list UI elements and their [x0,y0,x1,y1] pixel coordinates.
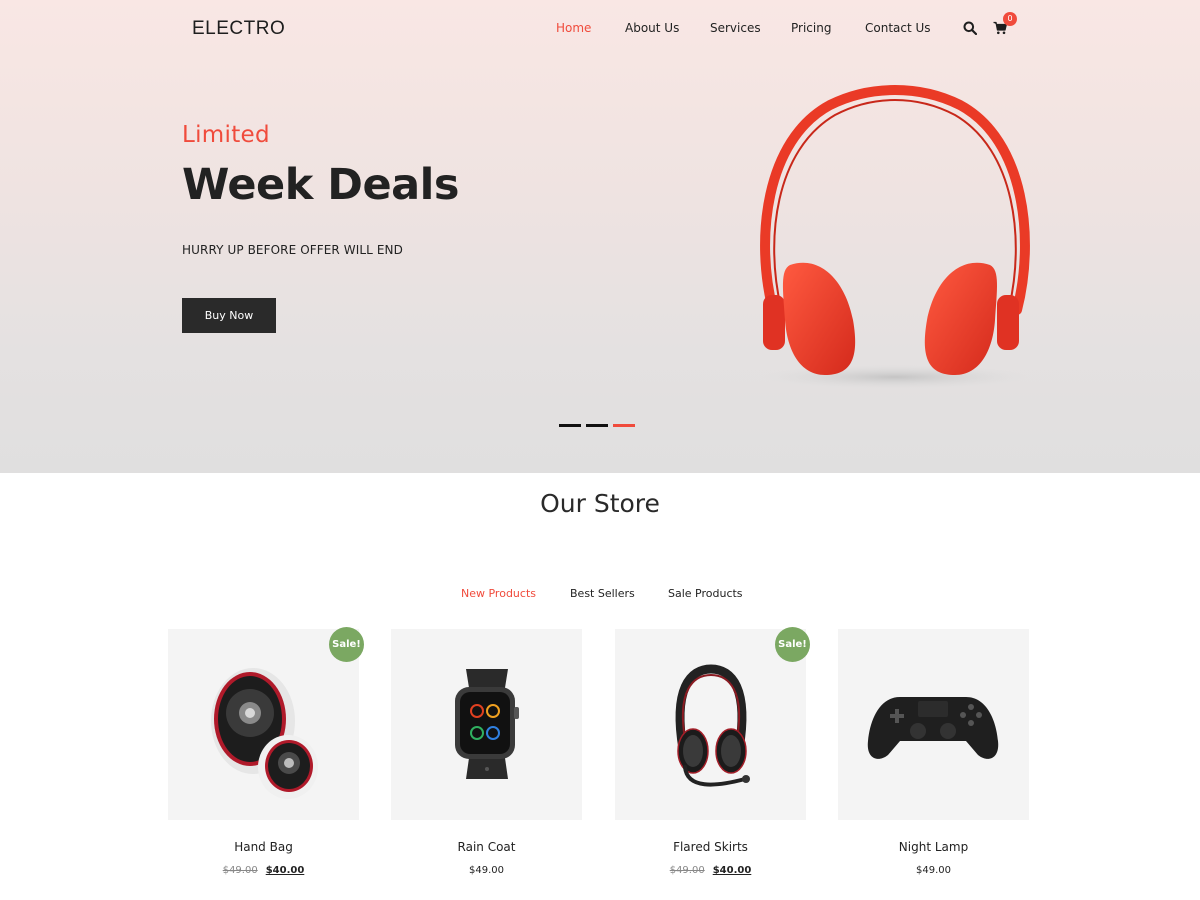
product-name[interactable]: Hand Bag [168,840,359,854]
price: $49.00 [469,865,504,876]
sale-badge: Sale! [775,627,810,662]
nav-item-about-us[interactable]: About Us [625,21,679,35]
hero-subtitle: Limited [182,122,270,148]
buy-now-button[interactable]: Buy Now [182,298,276,333]
nav-item-home[interactable]: Home [556,21,591,35]
product-name[interactable]: Night Lamp [838,840,1029,854]
top-navbar: ELECTRO Home About Us Services Pricing C… [0,0,1200,58]
hero-title: Week Deals [182,160,460,210]
smartwatch-image [455,669,519,779]
tab-best-sellers[interactable]: Best Sellers [570,587,635,600]
price: $49.00 [916,865,951,876]
product-card-flared-skirts[interactable]: Sale! [615,627,810,820]
product-price: $49.00 $40.00 [168,865,359,876]
product-price: $49.00 [838,865,1029,876]
hero-banner: ELECTRO Home About Us Services Pricing C… [0,0,1200,473]
game-controller-image [867,697,999,759]
product-price: $49.00 $40.00 [615,865,806,876]
nav-item-services[interactable]: Services [710,21,761,35]
speakers-image [211,668,318,799]
sale-badge: Sale! [329,627,364,662]
slider-dot-1[interactable] [559,424,581,427]
product-card-night-lamp[interactable] [838,629,1029,820]
product-card-rain-coat[interactable] [391,629,582,820]
sale-price: $40.00 [265,865,305,876]
site-logo[interactable]: ELECTRO [192,18,285,40]
product-name[interactable]: Flared Skirts [615,840,806,854]
hero-description: HURRY UP BEFORE OFFER WILL END [182,243,403,257]
gaming-headset-image [675,664,750,787]
nav-item-contact-us[interactable]: Contact Us [865,21,931,35]
tab-sale-products[interactable]: Sale Products [668,587,743,600]
cart-count-badge: 0 [1003,12,1017,26]
slider-dot-3[interactable] [613,424,635,427]
old-price: $49.00 [669,865,705,876]
red-headphones-image [760,85,1030,389]
search-icon[interactable] [963,21,977,35]
product-name[interactable]: Rain Coat [391,840,582,854]
nav-item-pricing[interactable]: Pricing [791,21,831,35]
tab-new-products[interactable]: New Products [461,587,536,600]
sale-price: $40.00 [712,865,752,876]
product-price: $49.00 [391,865,582,876]
product-card-hand-bag[interactable]: Sale! [168,627,364,820]
store-section-title: Our Store [540,489,660,518]
slider-dot-2[interactable] [586,424,608,427]
old-price: $49.00 [222,865,258,876]
